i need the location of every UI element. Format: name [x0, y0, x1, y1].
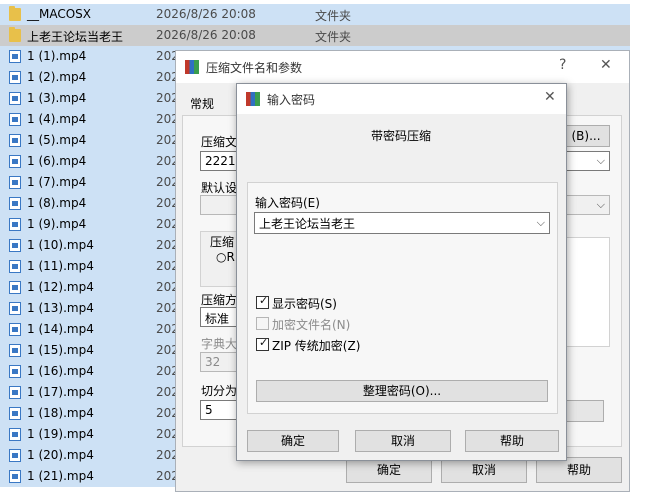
mp4-file-icon — [9, 50, 21, 63]
encrypt-filenames-checkbox[interactable] — [256, 317, 269, 330]
file-name: 1 (7).mp4 — [27, 175, 87, 189]
winrar-app-icon — [185, 60, 199, 74]
password-help-button[interactable]: 帮助 — [465, 430, 559, 452]
tab-general[interactable]: 常规 — [190, 95, 214, 112]
mp4-file-icon — [9, 365, 21, 378]
save-default-button[interactable] — [566, 400, 604, 422]
close-icon[interactable]: ✕ — [600, 57, 612, 73]
file-name: 1 (10).mp4 — [27, 238, 94, 252]
password-label: 输入密码(E) — [255, 196, 320, 210]
mp4-file-icon — [9, 281, 21, 294]
file-date: 2026/8/26 20:08 — [156, 7, 256, 21]
mp4-file-icon — [9, 155, 21, 168]
file-name: 1 (13).mp4 — [27, 301, 94, 315]
zip-legacy-encryption-label[interactable]: ZIP 传统加密(Z) — [272, 337, 360, 354]
password-ok-button[interactable]: 确定 — [247, 430, 339, 452]
file-name: 1 (19).mp4 — [27, 427, 94, 441]
mp4-file-icon — [9, 386, 21, 399]
file-name: 1 (14).mp4 — [27, 322, 94, 336]
file-date: 2026/8/26 20:08 — [156, 28, 256, 42]
mp4-file-icon — [9, 134, 21, 147]
compress-dialog-titlebar[interactable]: 压缩文件名和参数 ? ✕ — [176, 51, 629, 83]
dictionary-size-label: 字典大 — [201, 337, 238, 351]
mp4-file-icon — [9, 71, 21, 84]
mp4-file-icon — [9, 344, 21, 357]
browse-button[interactable]: (B)... — [562, 125, 610, 147]
file-row[interactable]: __MACOSX 2026/8/26 20:08 文件夹 — [0, 4, 630, 25]
file-name: 1 (18).mp4 — [27, 406, 94, 420]
mp4-file-icon — [9, 92, 21, 105]
mp4-file-icon — [9, 302, 21, 315]
file-name: 上老王论坛当老王 — [27, 30, 124, 44]
mp4-file-icon — [9, 176, 21, 189]
file-name: 1 (17).mp4 — [27, 385, 94, 399]
password-cancel-button[interactable]: 取消 — [355, 430, 451, 452]
file-type: 文件夹 — [315, 30, 352, 44]
file-name: 1 (12).mp4 — [27, 280, 94, 294]
show-password-label[interactable]: 显示密码(S) — [272, 295, 337, 312]
chevron-down-icon[interactable]: ⌵ — [537, 216, 545, 230]
file-name: 1 (6).mp4 — [27, 154, 87, 168]
file-name: 1 (15).mp4 — [27, 343, 94, 357]
file-name: 1 (9).mp4 — [27, 217, 87, 231]
folder-icon — [9, 6, 21, 21]
file-name: 1 (16).mp4 — [27, 364, 94, 378]
folder-icon — [9, 27, 21, 42]
mp4-file-icon — [9, 218, 21, 231]
mp4-file-icon — [9, 407, 21, 420]
file-name: 1 (11).mp4 — [27, 259, 94, 273]
file-name: 1 (21).mp4 — [27, 469, 94, 483]
chevron-down-icon[interactable]: ⌵ — [597, 154, 605, 168]
mp4-file-icon — [9, 323, 21, 336]
close-icon[interactable]: ✕ — [544, 89, 556, 105]
default-profile-label: 默认设 — [201, 181, 238, 195]
split-volume-label: 切分为 — [201, 384, 238, 398]
checkmark-icon: ✓ — [259, 336, 269, 349]
password-dialog-titlebar[interactable]: 输入密码 ✕ — [237, 84, 566, 114]
winrar-app-icon — [246, 92, 260, 106]
file-name: 1 (4).mp4 — [27, 112, 87, 126]
organize-passwords-button[interactable]: 整理密码(O)... — [256, 380, 548, 402]
file-type: 文件夹 — [315, 9, 352, 23]
file-name: 1 (1).mp4 — [27, 49, 87, 63]
show-password-checkbox[interactable]: ✓ — [256, 294, 269, 309]
encrypt-filenames-label[interactable]: 加密文件名(N) — [272, 316, 350, 333]
zip-legacy-encryption-checkbox[interactable]: ✓ — [256, 336, 269, 351]
mp4-file-icon — [9, 197, 21, 210]
mp4-file-icon — [9, 239, 21, 252]
mp4-file-icon — [9, 449, 21, 462]
help-question-icon[interactable]: ? — [559, 57, 566, 73]
file-name: 1 (5).mp4 — [27, 133, 87, 147]
file-name: 1 (3).mp4 — [27, 91, 87, 105]
mp4-file-icon — [9, 260, 21, 273]
mp4-file-icon — [9, 428, 21, 441]
file-name: 1 (8).mp4 — [27, 196, 87, 210]
archive-name-label: 压缩文 — [201, 135, 238, 149]
options-list — [564, 237, 610, 347]
mp4-file-icon — [9, 470, 21, 483]
compression-method-label: 压缩方 — [201, 293, 238, 307]
file-name: 1 (2).mp4 — [27, 70, 87, 84]
file-row[interactable]: 上老王论坛当老王 2026/8/26 20:08 文件夹 — [0, 25, 630, 46]
checkmark-icon: ✓ — [259, 294, 269, 307]
password-dialog-title: 输入密码 — [267, 93, 316, 107]
archive-format-radio[interactable]: ○R — [216, 250, 235, 264]
file-name: __MACOSX — [27, 7, 92, 21]
password-dialog-heading: 带密码压缩 — [371, 129, 432, 143]
password-input[interactable]: 上老王论坛当老王 ⌵ — [254, 212, 550, 234]
file-name: 1 (20).mp4 — [27, 448, 94, 462]
compress-dialog-title: 压缩文件名和参数 — [206, 61, 303, 75]
chevron-down-icon[interactable]: ⌵ — [597, 198, 605, 212]
archive-format-label: 压缩 — [210, 235, 235, 249]
mp4-file-icon — [9, 113, 21, 126]
password-dialog: 输入密码 ✕ 带密码压缩 输入密码(E) 上老王论坛当老王 ⌵ ✓ 显示密码(S… — [236, 83, 567, 461]
